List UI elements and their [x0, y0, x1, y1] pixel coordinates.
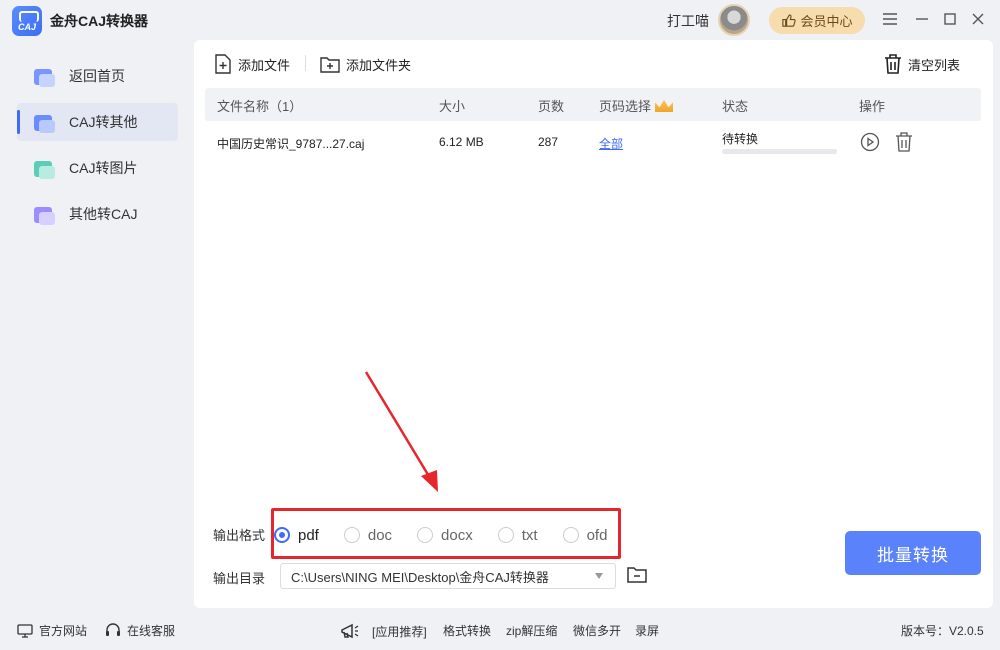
- header-page-select: 页码选择: [599, 96, 674, 115]
- table-row: 中国历史常识_9787...27.caj 6.12 MB 287 全部 待转换: [205, 126, 981, 166]
- sidebar-item-home[interactable]: 返回首页: [17, 57, 178, 95]
- sidebar: 返回首页 CAJ转其他 CAJ转图片 其他转CAJ: [0, 40, 190, 610]
- menu-icon[interactable]: [880, 9, 900, 29]
- caj-convert-icon: [33, 111, 55, 133]
- folder-icon[interactable]: [627, 566, 647, 586]
- thumbs-up-icon: [782, 14, 797, 27]
- website-label: 官方网站: [39, 624, 88, 638]
- website-link[interactable]: 官方网站: [17, 622, 87, 639]
- sidebar-item-caj-to-image[interactable]: CAJ转图片: [17, 149, 178, 187]
- footer-link-format[interactable]: 格式转换: [443, 622, 491, 639]
- output-dir-label: 输出目录: [213, 571, 266, 586]
- output-dir-select[interactable]: C:\Users\NING MEI\Desktop\金舟CAJ转换器: [280, 563, 616, 589]
- add-folder-button[interactable]: 添加文件夹: [320, 52, 411, 76]
- user-name[interactable]: 打工喵: [667, 11, 709, 31]
- logo-text: CAJ: [17, 22, 36, 32]
- caj-image-icon: [33, 157, 55, 179]
- footer-link-wechat[interactable]: 微信多开: [573, 622, 621, 639]
- app-title: 金舟CAJ转换器: [50, 13, 149, 29]
- close-icon[interactable]: [968, 9, 988, 29]
- clear-list-label: 清空列表: [908, 57, 961, 73]
- clear-list-button[interactable]: 清空列表: [884, 52, 960, 76]
- sidebar-item-label: CAJ转图片: [69, 160, 138, 176]
- other-to-caj-icon: [33, 203, 55, 225]
- maximize-icon[interactable]: [940, 9, 960, 29]
- footer: 官方网站 在线客服 [应用推荐] 格式转换 zip解压缩 微信多开 录屏 版本号…: [0, 612, 1000, 650]
- progress-bar: [722, 149, 837, 154]
- table-header: 文件名称（1） 大小 页数 页码选择 状态 操作: [205, 88, 981, 121]
- avatar[interactable]: [718, 4, 750, 36]
- page-select-link[interactable]: 全部: [599, 135, 623, 152]
- main-panel: 添加文件 添加文件夹 清空列表 文件名称（1） 大小 页数 页码选择 状态 操作…: [194, 40, 993, 608]
- header-name: 文件名称（1）: [217, 99, 303, 114]
- file-pages: 287: [538, 135, 559, 149]
- vip-center-button[interactable]: 会员中心: [769, 7, 865, 34]
- sidebar-item-label: 其他转CAJ: [69, 206, 138, 222]
- header-size: 大小: [439, 99, 466, 114]
- add-folder-label: 添加文件夹: [346, 57, 412, 73]
- output-format-label: 输出格式: [213, 528, 266, 543]
- file-name: 中国历史常识_9787...27.caj: [217, 137, 365, 151]
- batch-convert-button[interactable]: 批量转换: [845, 531, 981, 575]
- highlight-box: [271, 508, 621, 559]
- version-label: 版本号：V2.0.5: [901, 624, 984, 638]
- home-icon: [33, 65, 55, 87]
- sidebar-item-caj-to-other[interactable]: CAJ转其他: [17, 103, 178, 141]
- vip-label: 会员中心: [800, 14, 853, 29]
- output-dir-value: C:\Users\NING MEI\Desktop\金舟CAJ转换器: [291, 569, 549, 585]
- header-pages: 页数: [538, 99, 565, 114]
- minimize-icon[interactable]: [912, 9, 932, 29]
- trash-icon: [885, 54, 901, 74]
- crown-icon: [655, 100, 674, 112]
- support-link[interactable]: 在线客服: [105, 622, 175, 639]
- chevron-down-icon: [595, 573, 603, 579]
- monitor-icon: [17, 623, 33, 638]
- support-label: 在线客服: [127, 624, 176, 638]
- add-file-button[interactable]: 添加文件: [214, 52, 290, 76]
- sidebar-item-label: 返回首页: [69, 68, 125, 84]
- header-actions: 操作: [859, 99, 886, 114]
- toolbar-divider: [305, 55, 306, 71]
- file-status: 待转换: [722, 132, 759, 146]
- file-size: 6.12 MB: [439, 135, 484, 149]
- recommend-section: [应用推荐]: [340, 622, 427, 640]
- header-page-select-label: 页码选择: [599, 99, 652, 114]
- headset-icon: [106, 623, 120, 636]
- sidebar-item-other-to-caj[interactable]: 其他转CAJ: [17, 195, 178, 233]
- play-icon[interactable]: [860, 132, 880, 155]
- add-file-label: 添加文件: [238, 57, 291, 73]
- sidebar-item-label: CAJ转其他: [69, 114, 138, 130]
- title-bar: CAJ 金舟CAJ转换器 打工喵 会员中心: [0, 0, 1000, 40]
- add-folder-icon: [320, 56, 340, 73]
- delete-icon[interactable]: [895, 132, 913, 155]
- app-logo: CAJ: [12, 6, 42, 36]
- add-file-icon: [215, 54, 231, 74]
- recommend-label: [应用推荐]: [372, 624, 427, 639]
- footer-link-zip[interactable]: zip解压缩: [506, 622, 557, 639]
- header-status: 状态: [722, 99, 749, 114]
- footer-link-record[interactable]: 录屏: [635, 622, 659, 639]
- megaphone-icon: [341, 623, 359, 639]
